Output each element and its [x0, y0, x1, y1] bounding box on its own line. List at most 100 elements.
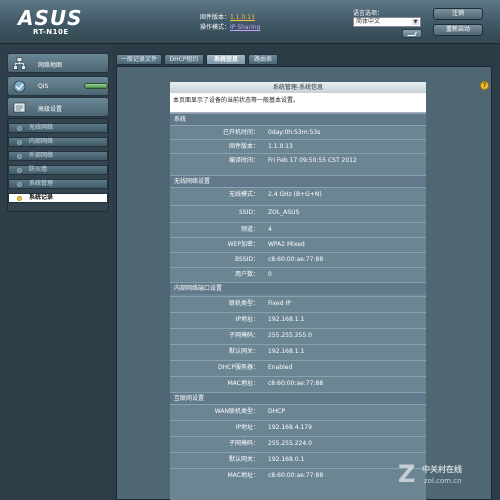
network-map-icon [13, 57, 26, 70]
bullet-icon [17, 126, 22, 131]
language-label: 语言选项： [353, 10, 384, 17]
table-row: WEP加密： WPA2 Mixed [170, 237, 426, 251]
language-apply-button[interactable] [402, 29, 422, 38]
row-label: 固件版本： [228, 143, 259, 150]
row-label: 默认网关： [228, 456, 259, 463]
tab-general-log[interactable]: 一般记录文件 [116, 54, 162, 65]
row-value: Fixed IP [268, 300, 291, 307]
sidebar-item-label: 网络地图 [38, 62, 63, 69]
sidebar-item-label: 系统管理 [29, 180, 54, 187]
arrow-icon [407, 32, 417, 36]
table-row: 编译时间： Fri Feb 17 09:50:55 CST 2012 [170, 153, 426, 167]
sidebar-item-wireless[interactable]: 无线网络 [8, 123, 108, 133]
table-row: 用户数： 0 [170, 267, 426, 281]
row-value: 192.168.1.1 [268, 348, 305, 355]
row-label: MAC地址： [227, 472, 259, 479]
row-value: 1.1.0.13 [268, 143, 293, 150]
qis-icon [13, 80, 26, 93]
bullet-icon [17, 168, 22, 173]
table-row: SSID： ZOL_ASUS [170, 205, 426, 219]
row-value: ZOL_ASUS [268, 209, 300, 216]
advanced-settings-icon [13, 102, 26, 113]
table-row: BSSID： c8:60:00:ae:77:88 [170, 252, 426, 266]
sidebar-item-network-map[interactable]: 网络地图 [7, 53, 109, 73]
logout-button[interactable]: 注销 [433, 8, 483, 20]
row-label: MAC地址： [227, 380, 259, 387]
row-value: Enabled [268, 364, 293, 371]
table-row: IP地址： 192.168.1.1 [170, 312, 426, 326]
asus-logo: ASUS [18, 6, 83, 30]
row-value: c8:60:00:ae:77:88 [268, 256, 324, 263]
row-label: WAN联机类型： [214, 408, 259, 415]
table-row: 子网掩码： 255.255.255.0 [170, 328, 426, 342]
row-label: 联机类型： [228, 300, 259, 307]
row-value: 2.4 GHz (B+G+N) [268, 191, 322, 198]
bullet-icon [17, 140, 22, 145]
section-header-wireless: 无线网络设置 [170, 175, 426, 187]
sidebar-item-label: 防火墙 [29, 166, 48, 173]
help-icon[interactable]: ? [480, 81, 489, 90]
row-label: IP地址： [235, 424, 259, 431]
tab-system-info[interactable]: 系统信息 [206, 54, 246, 65]
bullet-icon [17, 182, 22, 187]
sidebar-item-lan[interactable]: 内部网络 [8, 137, 108, 147]
sidebar-item-label: 外部网络 [29, 152, 54, 159]
watermark-url: zol.com.cn [424, 477, 462, 485]
language-select[interactable]: 简体中文 ▼ [353, 17, 421, 27]
firmware-link[interactable]: 1.1.0.13 [230, 14, 255, 21]
section-header-internet: 互联网设置 [170, 392, 426, 404]
row-value: 0day:0h:53m:53s [268, 129, 321, 136]
row-label: 已开机时间： [222, 129, 259, 136]
sidebar-item-administration[interactable]: 系统管理 [8, 179, 108, 189]
firmware-label: 固件版本： [200, 14, 231, 21]
table-row: MAC地址： c8:60:00:ae:77:88 [170, 468, 426, 482]
row-value: 255.255.224.0 [268, 440, 312, 447]
row-label: 子网掩码： [228, 332, 259, 339]
table-row: 联机类型： Fixed IP [170, 296, 426, 310]
sidebar-item-advanced[interactable]: 高级设置 [7, 97, 109, 117]
row-label: 用户数： [234, 271, 259, 278]
table-row: 已开机时间： 0day:0h:53m:53s [170, 125, 426, 139]
row-value: WPA2 Mixed [268, 241, 305, 248]
table-row: 子网掩码： 255.255.224.0 [170, 436, 426, 450]
bullet-icon [17, 196, 22, 201]
table-row: 默认网关： 192.168.1.1 [170, 344, 426, 358]
sidebar-item-qis[interactable]: QIS [7, 76, 109, 96]
row-label: 编译时间： [228, 157, 259, 164]
reboot-button[interactable]: 重新启动 [433, 24, 483, 36]
watermark-letter: Z [398, 460, 416, 488]
qis-toggle[interactable] [84, 83, 108, 89]
language-value: 简体中文 [356, 18, 381, 25]
row-value: Fri Feb 17 09:50:55 CST 2012 [268, 157, 357, 164]
header: ASUS RT-N10E 固件版本：1.1.0.13 操作模式：IP Shari… [0, 0, 500, 44]
row-value: 192.168.4.179 [268, 424, 312, 431]
system-info-panel: 系统管理-系统信息 本页面显示了设备的当前状态等一般基本设置。 系统 已开机时间… [170, 82, 426, 500]
sidebar-item-label: 无线网络 [29, 124, 54, 131]
table-row: 固件版本： 1.1.0.13 [170, 139, 426, 153]
bullet-icon [17, 154, 22, 159]
tab-routing-table[interactable]: 路由表 [248, 54, 278, 65]
row-label: WEP加密： [227, 241, 259, 248]
row-label: 默认网关： [228, 348, 259, 355]
mode-label: 操作模式： [200, 24, 231, 31]
sidebar-item-label: 内部网络 [29, 138, 54, 145]
panel-description: 本页面显示了设备的当前状态等一般基本设置。 [170, 93, 426, 113]
chevron-down-icon: ▼ [412, 19, 419, 25]
table-row: DHCP服务器： Enabled [170, 360, 426, 374]
zol-watermark: Z 中关村在线 zol.com.cn [398, 458, 494, 492]
row-value: c8:60:00:ae:77:88 [268, 380, 324, 387]
tab-dhcp-leases[interactable]: DHCP租约 [164, 54, 204, 65]
row-value: 0 [268, 271, 272, 278]
sidebar-item-label: 系统记录 [29, 194, 54, 201]
panel-title: 系统管理-系统信息 [170, 82, 426, 93]
row-label: DHCP服务器： [218, 364, 259, 371]
firmware-info: 固件版本：1.1.0.13 操作模式：IP Sharing [200, 13, 260, 33]
sidebar-item-firewall[interactable]: 防火墙 [8, 165, 108, 175]
sidebar-item-system-log[interactable]: 系统记录 [8, 193, 108, 203]
sidebar-item-wan[interactable]: 外部网络 [8, 151, 108, 161]
mode-link[interactable]: IP Sharing [230, 24, 260, 31]
section-header-system: 系统 [170, 113, 426, 125]
row-value: 255.255.255.0 [268, 332, 312, 339]
sidebar-item-label: 高级设置 [38, 106, 63, 113]
table-row: 无线模式： 2.4 GHz (B+G+N) [170, 187, 426, 201]
